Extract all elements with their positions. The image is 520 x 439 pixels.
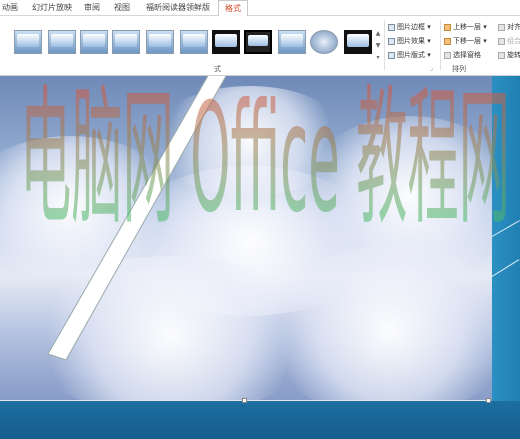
align-icon: [498, 23, 505, 31]
group-button[interactable]: 组合: [498, 36, 520, 46]
picture-style-thumb[interactable]: [146, 30, 174, 54]
ribbon-body: ▲ ▼ ▾ 式 图片边框 ▾ 图片效果 ▾ 图片版式 ▾ ⌟ 上移一层 ▾ 下移一层…: [0, 16, 520, 76]
picture-styles-gallery: ▲ ▼ ▾: [0, 22, 382, 62]
tab-foxit-reader[interactable]: 福昕阅读器领鲜版: [146, 2, 210, 13]
rotate-icon: [498, 51, 505, 59]
effects-icon: [388, 37, 395, 45]
arrow-shape: [47, 76, 227, 361]
divider: [384, 20, 385, 70]
layout-icon: [388, 51, 395, 59]
selection-pane-icon: [444, 51, 451, 59]
bring-forward-icon: [444, 23, 451, 31]
annotation-arrow: [47, 76, 227, 361]
tab-animations[interactable]: 动画: [2, 2, 18, 13]
pen-icon: [388, 23, 395, 31]
picture-style-thumb[interactable]: [14, 30, 42, 54]
cloud: [260, 246, 520, 416]
picture-border-button[interactable]: 图片边框 ▾: [388, 22, 431, 32]
arrange-group-label: 排列: [452, 65, 466, 73]
picture-effects-button[interactable]: 图片效果 ▾: [388, 36, 431, 46]
send-backward-icon: [444, 37, 451, 45]
picture-styles-group-label: 式: [214, 65, 221, 73]
picture-style-thumb[interactable]: [112, 30, 140, 54]
picture-style-thumb[interactable]: [310, 30, 338, 54]
tab-format[interactable]: 格式: [218, 0, 248, 17]
slide-side-strip: [492, 76, 520, 401]
resize-handle[interactable]: [242, 398, 247, 403]
divider: [440, 20, 441, 70]
tab-view[interactable]: 视图: [114, 2, 130, 13]
picture-layout-button[interactable]: 图片版式 ▾: [388, 50, 431, 60]
picture-style-thumb[interactable]: [344, 30, 372, 54]
slide-bottom-band: [0, 401, 520, 439]
bring-forward-button[interactable]: 上移一层 ▾: [444, 22, 487, 32]
slide-canvas[interactable]: [0, 76, 520, 439]
picture-style-thumb[interactable]: [48, 30, 76, 54]
rotate-button[interactable]: 旋转: [498, 50, 520, 60]
send-backward-button[interactable]: 下移一层 ▾: [444, 36, 487, 46]
picture-style-thumb[interactable]: [212, 30, 240, 54]
gallery-scroll[interactable]: ▲ ▼ ▾: [374, 28, 382, 68]
tab-review[interactable]: 审阅: [84, 2, 100, 13]
picture-style-thumb[interactable]: [80, 30, 108, 54]
picture-style-thumb-selected[interactable]: [244, 30, 272, 54]
group-icon: [498, 37, 505, 45]
picture-style-thumb[interactable]: [180, 30, 208, 54]
ribbon-tab-bar: 动画 幻灯片放映 审阅 视图 福昕阅读器领鲜版 格式: [0, 0, 520, 17]
selection-pane-button[interactable]: 选择窗格: [444, 50, 481, 60]
picture-style-thumb[interactable]: [278, 30, 306, 54]
tab-slide-show[interactable]: 幻灯片放映: [32, 2, 72, 13]
dialog-launcher-icon[interactable]: ⌟: [430, 65, 433, 72]
align-button[interactable]: 对齐: [498, 22, 520, 32]
resize-handle[interactable]: [486, 398, 491, 403]
